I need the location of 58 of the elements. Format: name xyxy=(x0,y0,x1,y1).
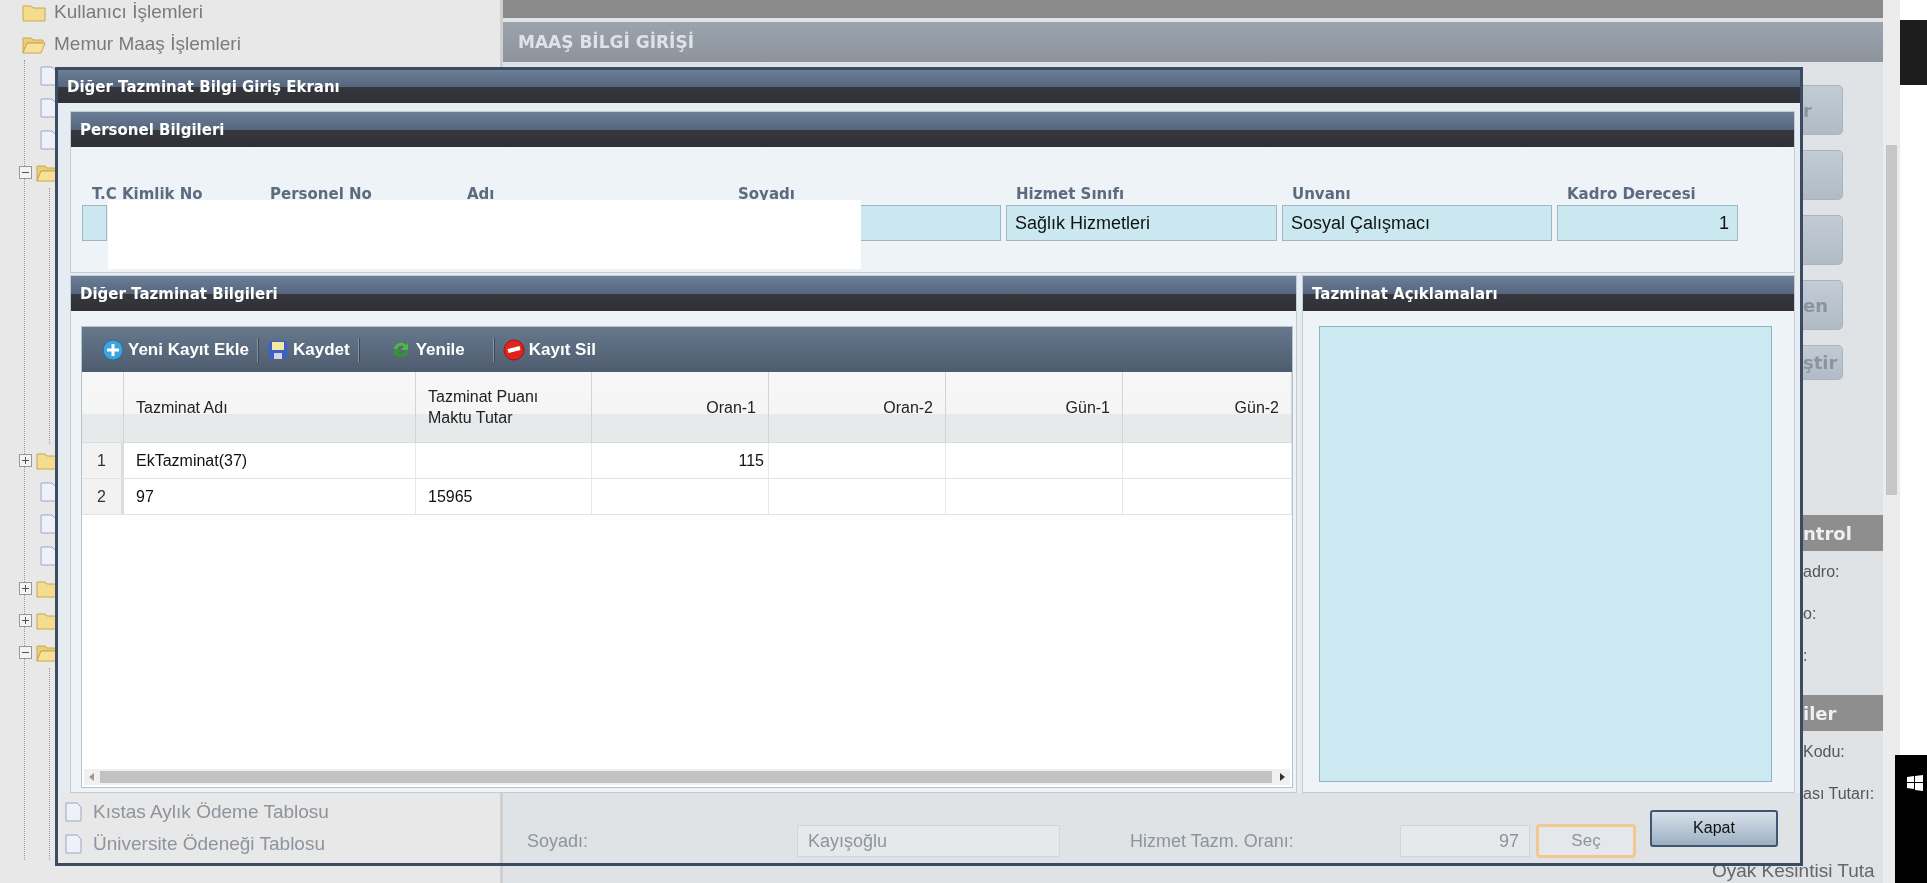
panel-header: Personel Bilgileri xyxy=(71,112,1794,147)
vertical-scrollbar[interactable] xyxy=(1883,0,1900,883)
field-label: : xyxy=(1803,646,1809,666)
expand-icon[interactable] xyxy=(18,453,32,467)
tree-item[interactable]: Kullanıcı İşlemleri xyxy=(54,1,203,23)
open-folder-icon xyxy=(22,34,46,54)
field-label: o: xyxy=(1803,604,1818,624)
close-button[interactable]: Kapat xyxy=(1650,809,1778,847)
tree-item[interactable]: Memur Maaş İşlemleri xyxy=(54,33,241,55)
panel-header: Tazminat Açıklamaları xyxy=(1303,276,1794,311)
input-field[interactable]: Sosyal Çalışmacı xyxy=(1282,205,1552,241)
toolbar-button[interactable]: Yenile xyxy=(359,332,493,367)
horizontal-scrollbar[interactable] xyxy=(84,769,1290,785)
field-label: Adı xyxy=(466,185,496,205)
field-label: Unvanı xyxy=(1291,185,1352,205)
field-label: Hizmet Sınıfı xyxy=(1015,185,1126,205)
collapse-icon[interactable] xyxy=(18,645,32,659)
input-field[interactable]: 1 xyxy=(1557,205,1738,241)
delete-icon xyxy=(502,338,525,361)
field-label: Soyadı xyxy=(737,185,796,205)
table-cell: 15965 xyxy=(416,479,592,514)
windows-logo-icon[interactable] xyxy=(1907,775,1923,791)
column-header[interactable]: Tazminat Adı xyxy=(124,372,416,442)
column-header[interactable]: Gün-2 xyxy=(1123,372,1292,442)
column-header[interactable]: Tazminat Puanı Maktu Tutar xyxy=(416,372,592,442)
expand-icon[interactable] xyxy=(18,581,32,595)
field-label: Hizmet Tazm. Oranı: xyxy=(1130,830,1295,852)
page-title: MAAŞ BİLGİ GİRİŞİ xyxy=(503,22,1883,62)
expand-icon[interactable] xyxy=(18,613,32,627)
row-number: 1 xyxy=(82,443,124,478)
section-header: ntrol xyxy=(1803,515,1883,551)
input-field[interactable] xyxy=(82,205,107,241)
table-cell: 97 xyxy=(124,479,416,514)
toolbar-button[interactable]: Kaydet xyxy=(258,332,358,367)
add-icon xyxy=(102,338,124,361)
field-label: Kodu: xyxy=(1803,742,1846,762)
field-label: Kadro Derecesi xyxy=(1566,185,1697,205)
collapse-icon[interactable] xyxy=(18,165,32,179)
dialog-title: Diğer Tazminat Bilgi Giriş Ekranı xyxy=(58,70,1800,103)
field-label: ası Tutarı: xyxy=(1803,784,1876,804)
dark-bar xyxy=(1900,20,1927,85)
column-header[interactable]: Oran-2 xyxy=(769,372,946,442)
panel-header: Diğer Tazminat Bilgileri xyxy=(71,276,1296,311)
field-label: adro: xyxy=(1803,562,1841,582)
field-label: Personel No xyxy=(269,185,373,205)
table-cell: 115 xyxy=(592,443,769,478)
section-header: iler xyxy=(1803,695,1883,731)
input-field[interactable] xyxy=(860,205,1001,241)
field-label: T.C Kimlik No xyxy=(91,185,204,205)
column-header[interactable]: Oran-1 xyxy=(592,372,769,442)
input-field[interactable]: Sağlık Hizmetleri xyxy=(1006,205,1277,241)
row-number: 2 xyxy=(82,479,124,514)
toolbar-button[interactable]: Yeni Kayıt Ekle xyxy=(94,332,257,367)
table-cell: EkTazminat(37) xyxy=(124,443,416,478)
folder-icon xyxy=(22,2,46,22)
toolbar-button[interactable]: Kayıt Sil xyxy=(494,332,604,367)
column-header[interactable]: Gün-1 xyxy=(946,372,1123,442)
field-label: Soyadı: xyxy=(527,830,590,852)
